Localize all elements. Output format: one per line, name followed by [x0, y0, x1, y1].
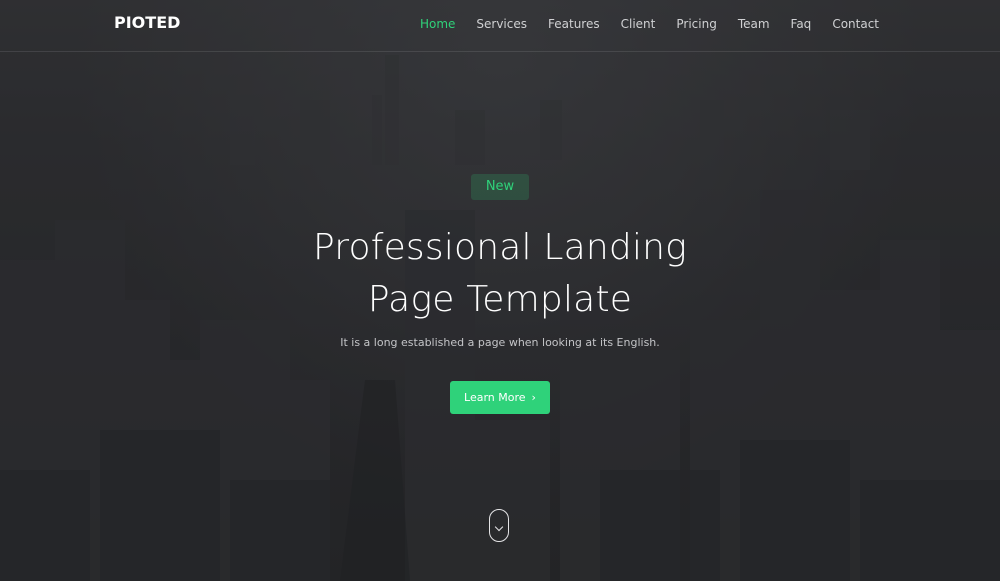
- nav-item-client[interactable]: Client: [621, 17, 656, 31]
- nav-item-faq[interactable]: Faq: [791, 17, 812, 31]
- hero-subtitle: It is a long established a page when loo…: [340, 336, 660, 349]
- top-navbar: PIOTED Home Services Features Client Pri…: [0, 0, 1000, 52]
- brand-logo[interactable]: PIOTED: [114, 13, 180, 32]
- scroll-mouse-icon[interactable]: [489, 509, 509, 542]
- nav-item-team[interactable]: Team: [738, 17, 770, 31]
- nav-menu: Home Services Features Client Pricing Te…: [399, 17, 879, 31]
- new-badge: New: [471, 174, 529, 200]
- chevron-right-icon: ›: [531, 391, 536, 404]
- nav-item-features[interactable]: Features: [548, 17, 600, 31]
- learn-more-button[interactable]: Learn More ›: [450, 381, 550, 414]
- learn-more-label: Learn More: [464, 391, 526, 404]
- chevron-down-icon: [494, 522, 504, 532]
- hero-headline-line-2: Page Template: [367, 279, 633, 320]
- hero-headline-line-1: Professional Landing: [312, 227, 687, 268]
- nav-item-home[interactable]: Home: [420, 17, 455, 31]
- nav-item-pricing[interactable]: Pricing: [676, 17, 716, 31]
- nav-item-services[interactable]: Services: [476, 17, 527, 31]
- hero-headline: Professional Landing Page Template: [200, 222, 800, 326]
- nav-item-contact[interactable]: Contact: [832, 17, 879, 31]
